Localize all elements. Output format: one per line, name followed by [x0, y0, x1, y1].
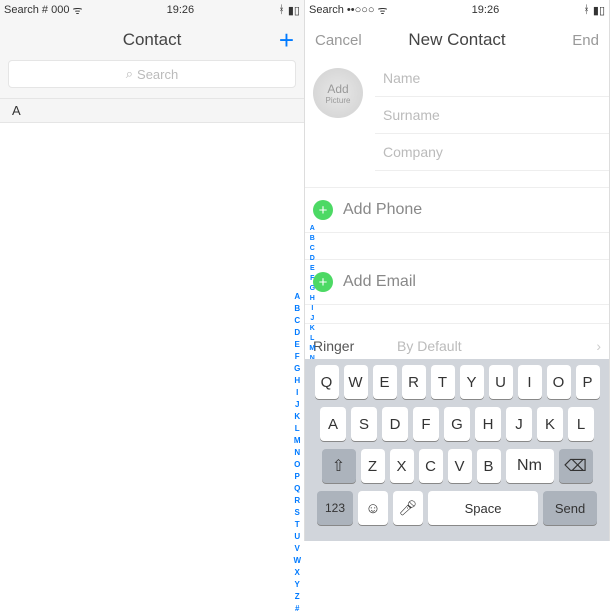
carrier: Search ••○○○: [309, 4, 375, 16]
key-w[interactable]: W: [344, 365, 368, 399]
add-photo-label: Add: [327, 82, 348, 96]
bluetooth-icon: ᚼ: [583, 4, 590, 16]
shift-key[interactable]: ⇧: [322, 449, 356, 483]
key-z[interactable]: Z: [361, 449, 385, 483]
keyboard-row-1: QWERTYUIOP: [309, 365, 605, 399]
send-key[interactable]: Send: [543, 491, 597, 525]
key-l[interactable]: L: [568, 407, 594, 441]
key-u[interactable]: U: [489, 365, 513, 399]
key-d[interactable]: D: [382, 407, 408, 441]
keyboard: QWERTYUIOP ASDFGHJKL ⇧ ZXCVB Nm ⌫ 123 ☺ …: [305, 359, 609, 541]
page-title: Contact: [123, 30, 182, 50]
key-v[interactable]: V: [448, 449, 472, 483]
company-field[interactable]: Company: [375, 134, 609, 171]
key-h[interactable]: H: [475, 407, 501, 441]
surname-field[interactable]: Surname: [375, 97, 609, 134]
keyboard-row-4: 123 ☺ 🎤︎ Space Send: [309, 491, 605, 525]
numbers-key[interactable]: 123: [317, 491, 353, 525]
clock: 19:26: [472, 4, 500, 16]
section-header: A: [0, 98, 304, 123]
battery-icon: ▮▯: [288, 4, 300, 17]
nav-bar: Contact +: [0, 20, 304, 60]
key-x[interactable]: X: [390, 449, 414, 483]
key-q[interactable]: Q: [315, 365, 339, 399]
battery-icon: ▮▯: [593, 4, 605, 17]
emoji-key[interactable]: ☺: [358, 491, 388, 525]
key-k[interactable]: K: [537, 407, 563, 441]
new-contact-screen: Search ••○○○ ᯤ 19:26 ᚼ▮▯ Cancel New Cont…: [305, 0, 610, 541]
add-email-row[interactable]: + Add Email: [305, 259, 609, 305]
key-o[interactable]: O: [547, 365, 571, 399]
key-f[interactable]: F: [413, 407, 439, 441]
status-bar: Search # 000 ᯤ 19:26 ᚼ▮▯: [0, 0, 304, 20]
keyboard-row-3: ⇧ ZXCVB Nm ⌫: [309, 449, 605, 483]
add-photo-sublabel: Picture: [326, 96, 351, 105]
end-button[interactable]: End: [572, 32, 599, 49]
wifi-icon: ᯤ: [72, 3, 82, 18]
search-icon: ⌕: [126, 66, 133, 82]
key-a[interactable]: A: [320, 407, 346, 441]
key-t[interactable]: T: [431, 365, 455, 399]
add-phone-row[interactable]: + Add Phone: [305, 187, 609, 233]
nm-key[interactable]: Nm: [506, 449, 554, 483]
contact-list-screen: Search # 000 ᯤ 19:26 ᚼ▮▯ Contact + ⌕ Sea…: [0, 0, 305, 541]
search-input[interactable]: ⌕ Search: [8, 60, 296, 88]
wifi-icon: ᯤ: [378, 3, 388, 18]
key-b[interactable]: B: [477, 449, 501, 483]
bluetooth-icon: ᚼ: [278, 4, 285, 16]
add-photo-button[interactable]: Add Picture: [313, 68, 363, 118]
key-r[interactable]: R: [402, 365, 426, 399]
backspace-key[interactable]: ⌫: [559, 449, 593, 483]
key-c[interactable]: C: [419, 449, 443, 483]
chevron-right-icon: ›: [596, 338, 601, 354]
plus-icon: +: [313, 272, 333, 292]
key-p[interactable]: P: [576, 365, 600, 399]
status-bar: Search ••○○○ ᯤ 19:26 ᚼ▮▯: [305, 0, 609, 20]
name-field[interactable]: Name: [375, 60, 609, 97]
keyboard-row-2: ASDFGHJKL: [309, 407, 605, 441]
nav-bar: Cancel New Contact End: [305, 20, 609, 60]
key-i[interactable]: I: [518, 365, 542, 399]
ringer-value: By Default: [393, 338, 596, 354]
mic-key[interactable]: 🎤︎: [393, 491, 423, 525]
space-key[interactable]: Space: [428, 491, 538, 525]
key-s[interactable]: S: [351, 407, 377, 441]
cancel-button[interactable]: Cancel: [315, 32, 362, 49]
ringer-label: Ringer: [313, 338, 393, 354]
alpha-index[interactable]: A B C D E F G H I J K L M N O P Q R S T …: [293, 291, 301, 615]
key-e[interactable]: E: [373, 365, 397, 399]
page-title: New Contact: [408, 30, 505, 50]
key-j[interactable]: J: [506, 407, 532, 441]
carrier: Search # 000: [4, 4, 69, 16]
key-g[interactable]: G: [444, 407, 470, 441]
add-email-label: Add Email: [343, 273, 416, 291]
search-placeholder: Search: [137, 67, 178, 82]
clock: 19:26: [167, 4, 195, 16]
add-contact-button[interactable]: +: [279, 25, 294, 56]
plus-icon: +: [313, 200, 333, 220]
key-y[interactable]: Y: [460, 365, 484, 399]
add-phone-label: Add Phone: [343, 201, 422, 219]
